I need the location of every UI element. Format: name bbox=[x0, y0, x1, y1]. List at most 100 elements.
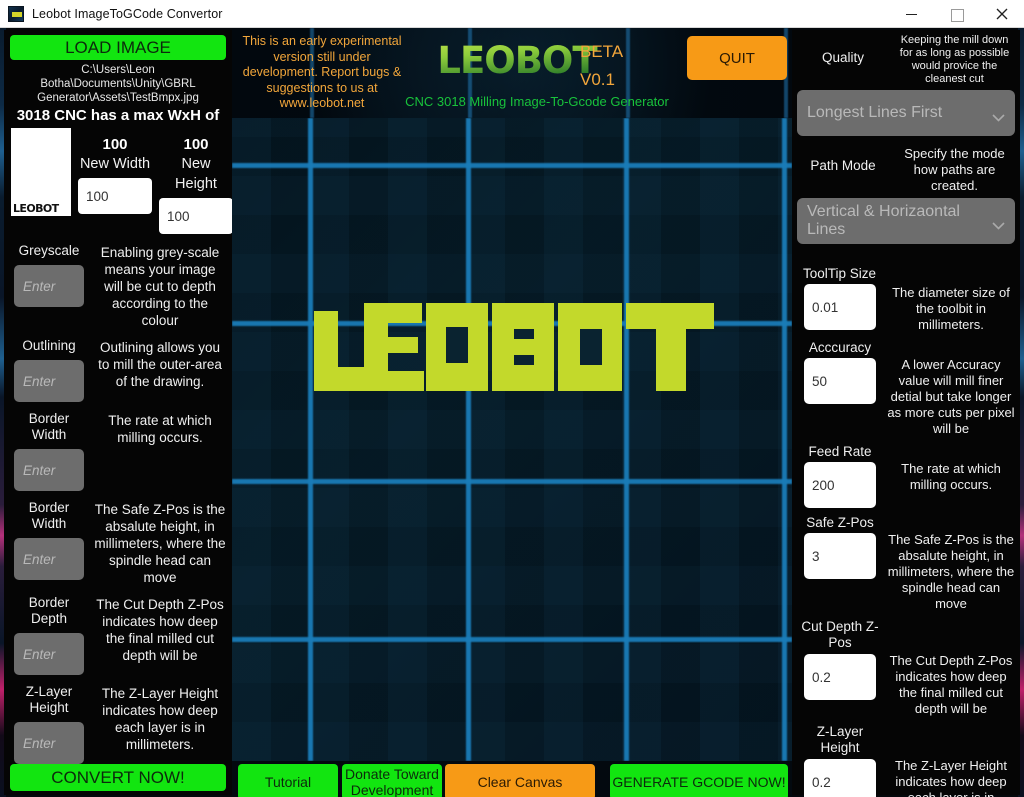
path-mode-dropdown[interactable]: Vertical & Horizaontal Lines bbox=[797, 198, 1015, 244]
image-size-row: LEOBOT 100 New Width 100 New Height bbox=[10, 128, 233, 235]
tutorial-button[interactable]: Tutorial bbox=[238, 764, 338, 797]
quality-selected-value: Longest Lines First bbox=[807, 104, 943, 121]
option-description: The Safe Z-Pos is the absalute height, i… bbox=[94, 502, 226, 586]
quality-dropdown[interactable]: Longest Lines First bbox=[797, 90, 1015, 136]
convert-now-button[interactable]: CONVERT NOW! bbox=[10, 764, 226, 791]
window-controls bbox=[889, 0, 1024, 28]
clear-canvas-button[interactable]: Clear Canvas bbox=[445, 764, 595, 797]
option-control-greyscale: Greyscale bbox=[10, 242, 88, 308]
tooltip-size-label: ToolTip Size bbox=[803, 266, 877, 281]
option-label: Z-Layer Height bbox=[25, 684, 73, 716]
quality-label: Quality bbox=[821, 50, 865, 65]
donate-button[interactable]: Donate Toward Development bbox=[342, 764, 442, 797]
option-row-border-width-1: Border Width The rate at which milling o… bbox=[10, 410, 226, 492]
border-width-input-1[interactable] bbox=[14, 449, 84, 492]
application-window: Leobot ImageToGCode Convertor LOAD IMAGE… bbox=[0, 0, 1024, 797]
option-description: Outlining allows you to mill the outer-a… bbox=[98, 340, 222, 390]
option-description: The rate at which milling occurs. bbox=[108, 413, 212, 446]
tooltip-size-description: The diameter size of the toolbit in mill… bbox=[892, 285, 1010, 332]
new-height-group: 100 New Height bbox=[159, 128, 233, 235]
chevron-down-icon bbox=[992, 109, 1005, 122]
new-width-input[interactable] bbox=[78, 178, 152, 215]
image-thumbnail: LEOBOT bbox=[11, 128, 71, 217]
z-layer-height-input[interactable] bbox=[804, 759, 876, 797]
center-column: This is an early experimental version st… bbox=[232, 28, 792, 797]
option-control-z-layer-height: Z-Layer Height bbox=[10, 683, 88, 765]
feed-rate-label: Feed Rate bbox=[808, 444, 872, 459]
version-badge: V0.1 bbox=[580, 70, 615, 89]
option-label: Border Depth bbox=[28, 595, 70, 627]
path-mode-label: Path Mode bbox=[810, 158, 876, 173]
generate-gcode-button[interactable]: GENERATE GCODE NOW! bbox=[610, 764, 788, 797]
minimize-icon[interactable] bbox=[889, 0, 934, 28]
outlining-input[interactable] bbox=[14, 360, 84, 403]
option-row-border-depth: Border Depth The Cut Depth Z-Pos indicat… bbox=[10, 594, 226, 676]
quality-description: Keeping the mill down for as long as pos… bbox=[899, 34, 1010, 85]
canvas-action-bar: Tutorial Donate Toward Development Clear… bbox=[232, 761, 792, 797]
quit-button[interactable]: QUIT bbox=[687, 36, 787, 80]
beta-badge: BETA bbox=[580, 42, 624, 61]
option-control-outlining: Outlining bbox=[10, 337, 88, 403]
maximize-icon[interactable] bbox=[934, 0, 979, 28]
max-size-note: 3018 CNC has a max WxH of bbox=[16, 107, 220, 125]
accuracy-label: Acccuracy bbox=[808, 340, 872, 355]
new-height-number: 100 bbox=[183, 136, 209, 154]
quality-row: Quality Keeping the mill down for as lon… bbox=[797, 34, 1015, 86]
grid-line-horizontal bbox=[232, 163, 792, 168]
safe-z-pos-input[interactable] bbox=[804, 533, 876, 579]
canvas-pixel-art-leobot bbox=[314, 303, 714, 399]
left-settings-panel: LOAD IMAGE C:\Users\Leon Botha\Documents… bbox=[4, 30, 233, 795]
safe-z-pos-block: Safe Z-Pos The Safe Z-Pos is the absalut… bbox=[797, 515, 1015, 612]
loaded-file-path: C:\Users\Leon Botha\Documents\Unity\GBRL… bbox=[37, 64, 199, 105]
option-label: Outlining bbox=[22, 338, 76, 354]
option-label: Greyscale bbox=[18, 243, 80, 259]
grid-line-vertical bbox=[624, 118, 629, 761]
cut-depth-block: Cut Depth Z-Pos The Cut Depth Z-Pos indi… bbox=[797, 619, 1015, 717]
app-logo-icon bbox=[8, 5, 24, 22]
z-layer-height-input[interactable] bbox=[14, 722, 84, 765]
grid-line-vertical bbox=[782, 118, 787, 761]
greyscale-input[interactable] bbox=[14, 265, 84, 308]
option-description: The Cut Depth Z-Pos indicates how deep t… bbox=[96, 597, 224, 664]
grid-line-horizontal bbox=[232, 479, 792, 484]
option-label: Border Width bbox=[28, 500, 70, 532]
cut-depth-label: Cut Depth Z-Pos bbox=[801, 619, 879, 650]
option-control-border-depth: Border Depth bbox=[10, 594, 88, 676]
feed-rate-block: Feed Rate The rate at which milling occu… bbox=[797, 444, 1015, 508]
safe-z-pos-label: Safe Z-Pos bbox=[806, 515, 874, 530]
z-layer-height-description: The Z-Layer Height indicates how deep ea… bbox=[895, 758, 1007, 797]
tooltip-size-input[interactable] bbox=[804, 284, 876, 330]
border-depth-input[interactable] bbox=[14, 633, 84, 676]
option-description: Enabling grey-scale means your image wil… bbox=[100, 245, 220, 329]
safe-z-pos-description: The Safe Z-Pos is the absalute height, i… bbox=[887, 532, 1015, 611]
image-canvas[interactable] bbox=[232, 118, 792, 761]
cut-depth-input[interactable] bbox=[804, 654, 876, 700]
accuracy-description: A lower Accuracy value will mill finer d… bbox=[887, 357, 1015, 436]
option-row-z-layer-height: Z-Layer Height The Z-Layer Height indica… bbox=[10, 683, 226, 765]
feed-rate-description: The rate at which milling occurs. bbox=[901, 461, 1001, 492]
new-height-input[interactable] bbox=[159, 198, 233, 235]
border-width-input-2[interactable] bbox=[14, 538, 84, 581]
path-mode-label-group: Path Mode bbox=[797, 146, 889, 174]
option-description: The Z-Layer Height indicates how deep ea… bbox=[101, 686, 219, 753]
option-row-border-width-2: Border Width The Safe Z-Pos is the absal… bbox=[10, 499, 226, 586]
option-row-outlining: Outlining Outlining allows you to mill t… bbox=[10, 337, 226, 403]
chevron-down-icon bbox=[992, 217, 1005, 230]
grid-line-vertical bbox=[308, 118, 313, 761]
feed-rate-input[interactable] bbox=[804, 462, 876, 508]
right-settings-panel: Quality Keeping the mill down for as lon… bbox=[792, 30, 1020, 797]
z-layer-height-label: Z-Layer Height bbox=[816, 724, 864, 755]
option-control-border-width-1: Border Width bbox=[10, 410, 88, 492]
close-icon[interactable] bbox=[979, 0, 1024, 28]
new-width-number: 100 bbox=[102, 136, 128, 154]
grid-line-vertical bbox=[466, 118, 471, 761]
app-header-band: This is an early experimental version st… bbox=[232, 28, 792, 118]
option-control-border-width-2: Border Width bbox=[10, 499, 88, 581]
accuracy-input[interactable] bbox=[804, 358, 876, 404]
grid-line-horizontal bbox=[232, 637, 792, 642]
load-image-button[interactable]: LOAD IMAGE bbox=[10, 35, 226, 61]
new-width-group: 100 New Width bbox=[78, 128, 152, 215]
z-layer-height-block: Z-Layer Height The Z-Layer Height indica… bbox=[797, 724, 1015, 797]
option-label: Border Width bbox=[28, 411, 70, 443]
window-titlebar: Leobot ImageToGCode Convertor bbox=[0, 0, 1024, 28]
